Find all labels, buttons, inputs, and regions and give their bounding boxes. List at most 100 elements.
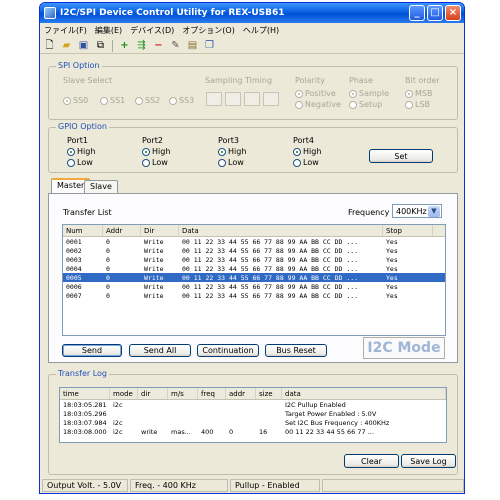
port2-high-radio[interactable]: High [142,147,170,156]
col-dir[interactable]: Dir [141,225,179,236]
transfer-cell-stop: Yes [386,237,398,246]
log-cell-mode: i2c [113,400,123,409]
add-icon[interactable]: + [119,40,130,51]
port4-label: Port4 [293,136,314,145]
log-col-mode[interactable]: mode [110,388,138,399]
transfer-row[interactable]: 0007 0 Write 00 11 22 33 44 55 66 77 88 99 … [63,291,445,300]
menu-file[interactable]: ファイル(F) [44,25,87,36]
transfer-row[interactable]: 0006 0 Write 00 11 22 33 44 55 66 77 88 99 … [63,282,445,291]
log-row[interactable]: 18:03:08.000 i2c write mas... 400 0 16 00 11 22… [60,427,446,436]
frequency-select[interactable]: 400KHz ▼ [392,204,442,218]
log-col-size[interactable]: size [256,388,282,399]
transfer-row[interactable]: 0003 0 Write 00 11 22 33 44 55 66 77 88 99 … [63,255,445,264]
transfer-cell-addr: 0 [106,291,110,300]
toolbar: 🗋 ▰ ▣ ⧉ + ⇶ − ✎ ▤ ❐ [40,38,464,54]
port3-high-radio[interactable]: High [218,147,246,156]
transfer-cell-num: 0004 [66,264,82,273]
transfer-cell-num: 0005 [66,273,82,282]
transfer-cell-data: 00 11 22 33 44 55 66 77 88 99 AA BB CC D… [182,291,359,300]
bus-reset-button[interactable]: Bus Reset [265,344,327,357]
port4-high-radio[interactable]: High [293,147,321,156]
copy-icon[interactable]: ⧉ [95,40,106,51]
phase-label: Phase [349,76,373,85]
timing-mode-3 [263,92,279,106]
clear-button[interactable]: Clear [344,454,399,468]
send-button[interactable]: Send [62,344,122,357]
col-num[interactable]: Num [63,225,103,236]
log-cell-data: I2C Pullup Enabled [285,400,346,409]
open-icon[interactable]: ▰ [61,40,72,51]
col-data[interactable]: Data [179,225,383,236]
transfer-list[interactable]: Num Addr Dir Data Stop 0001 0 Write 00 11 2… [62,224,446,336]
maximize-button[interactable]: □ [427,5,443,21]
col-addr[interactable]: Addr [103,225,141,236]
frequency-value: 400KHz [396,206,427,216]
log-col-dir[interactable]: dir [138,388,168,399]
status-pullup: Pullup - Enabled [230,479,320,492]
new-icon[interactable]: 🗋 [44,40,55,51]
log-col-addr[interactable]: addr [226,388,256,399]
transfer-cell-addr: 0 [106,273,110,282]
continuation-button[interactable]: Continuation [197,344,259,357]
save-icon[interactable]: ▣ [78,40,89,51]
chevron-down-icon[interactable]: ▼ [428,206,440,217]
slave-ss3: SS3 [169,96,194,105]
transfer-row[interactable]: 0001 0 Write 00 11 22 33 44 55 66 77 88 99 … [63,237,445,246]
transfer-cell-num: 0002 [66,246,82,255]
port4-low-radio[interactable]: Low [293,158,319,167]
transfer-row[interactable]: 0004 0 Write 00 11 22 33 44 55 66 77 88 99 … [63,264,445,273]
log-row[interactable]: 18:03:05.296 Target Power Enabled : 5.0V [60,409,446,418]
transfer-row[interactable]: 0005 0 Write 00 11 22 33 44 55 66 77 88 99 … [63,273,445,282]
send-all-button[interactable]: Send All [129,344,191,357]
log-cell-time: 18:03:07.984 [63,418,107,427]
log-cell-time: 18:03:08.000 [63,427,107,436]
log-cell-data: Set I2C Bus Frequency : 400KHz [285,418,390,427]
tab-slave[interactable]: Slave [84,180,118,193]
transfer-log-list[interactable]: time mode dir m/s freq addr size data 18… [59,387,447,443]
paste-icon[interactable]: ▤ [187,40,198,51]
log-row[interactable]: 18:03:07.984 i2c Set I2C Bus Frequency : 4… [60,418,446,427]
log-col-freq[interactable]: freq [198,388,226,399]
menu-device[interactable]: デバイス(D) [130,25,174,36]
app-icon [44,7,56,19]
log-col-time[interactable]: time [60,388,110,399]
close-button[interactable]: × [445,5,461,21]
minimize-button[interactable]: _ [409,5,425,21]
log-cell-freq: 400 [201,427,214,436]
menu-edit[interactable]: 編集(E) [95,25,122,36]
spi-option-group: SPI Option Slave Select SS0 SS1 SS2 SS3 … [48,61,458,120]
log-cell-addr: 0 [229,427,234,436]
save-log-button[interactable]: Save Log [401,454,456,468]
erase-icon[interactable]: ✎ [170,40,181,51]
transfer-cell-addr: 0 [106,237,110,246]
log-row[interactable]: 18:03:05.281 i2c I2C Pullup Enabled [60,400,446,409]
insert-icon[interactable]: ⇶ [136,40,147,51]
log-cell-ms: mas... [171,427,191,436]
port3-low-radio[interactable]: Low [218,158,244,167]
transfer-cell-data: 00 11 22 33 44 55 66 77 88 99 AA BB CC D… [182,282,359,291]
phase-setup: Setup [349,100,382,109]
log-col-ms[interactable]: m/s [168,388,198,399]
log-cell-data: Target Power Enabled : 5.0V [285,409,377,418]
transfer-cell-addr: 0 [106,264,110,273]
log-col-data[interactable]: data [282,388,446,399]
transfer-cell-stop: Yes [386,273,398,282]
transfer-row[interactable]: 0002 0 Write 00 11 22 33 44 55 66 77 88 99 … [63,246,445,255]
delete-icon[interactable]: − [153,40,164,51]
port2-low-radio[interactable]: Low [142,158,168,167]
transfer-log-title: Transfer Log [56,369,109,378]
log-cell-mode: i2c [113,427,123,436]
title-bar[interactable]: I2C/SPI Device Control Utility for REX-U… [40,3,464,23]
menu-option[interactable]: オプション(O) [182,25,235,36]
port1-low-radio[interactable]: Low [67,158,93,167]
col-stop[interactable]: Stop [383,225,433,236]
port1-high-radio[interactable]: High [67,147,95,156]
set-button[interactable]: Set [369,149,433,163]
timing-mode-1 [225,92,241,106]
log-cell-size: 16 [259,427,268,436]
log-cell-dir: write [141,427,158,436]
transfer-cell-data: 00 11 22 33 44 55 66 77 88 99 AA BB CC D… [182,255,359,264]
duplicate-icon[interactable]: ❐ [204,40,215,51]
port1-label: Port1 [67,136,88,145]
menu-help[interactable]: ヘルプ(H) [243,25,279,36]
